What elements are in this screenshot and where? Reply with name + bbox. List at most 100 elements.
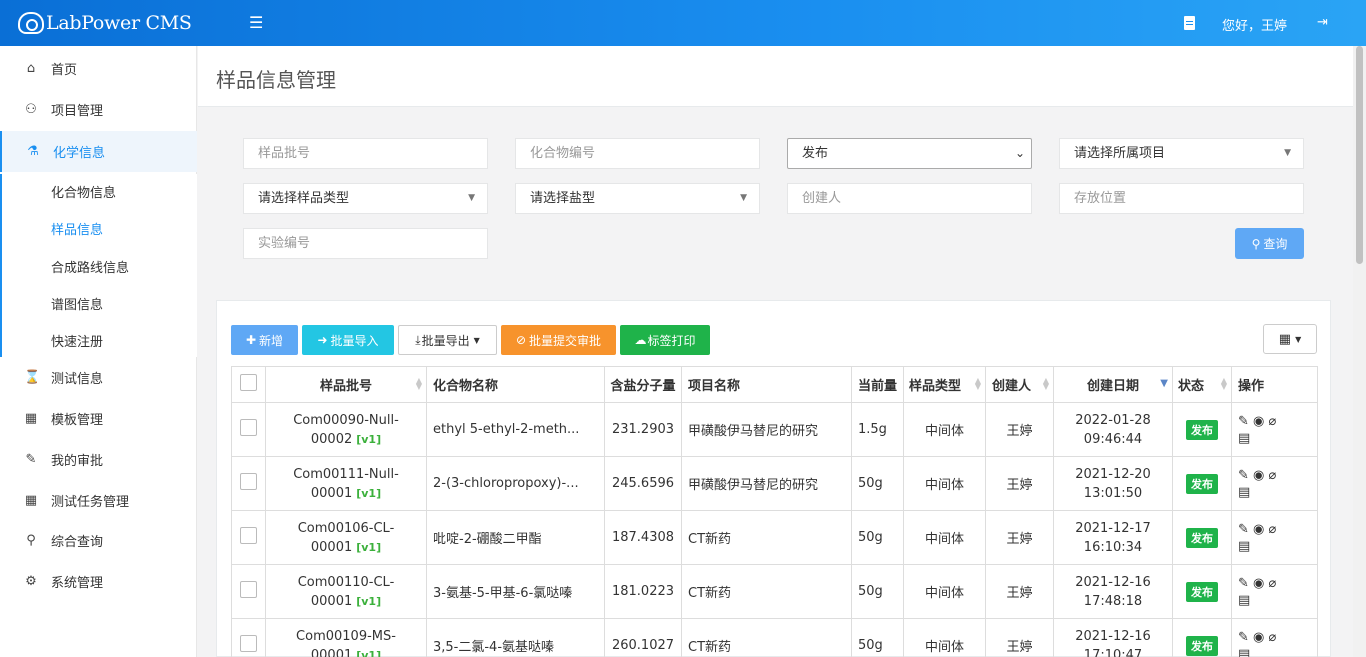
calendar-icon: ▦: [24, 411, 38, 426]
column-label: 化合物名称: [433, 379, 499, 394]
mw-cell: 181.0223: [604, 564, 682, 619]
col-batch[interactable]: 样品批号 ▲ ▼: [265, 366, 427, 403]
logout-icon[interactable]: ⇥: [1317, 15, 1328, 30]
project-select[interactable]: 请选择所属项目 ▼: [1059, 138, 1304, 169]
column-label: 操作: [1238, 379, 1265, 394]
location-input[interactable]: 存放位置: [1059, 183, 1304, 214]
eye-icon[interactable]: ◉: [1253, 468, 1264, 483]
submenu-item-quick-register[interactable]: 快速注册: [51, 331, 103, 350]
submenu-item-compound[interactable]: 化合物信息: [51, 182, 116, 201]
sort-icon: ▲ ▼: [974, 376, 981, 391]
salt-type-select[interactable]: 请选择盐型 ▼: [515, 183, 760, 214]
col-mw: 含盐分子量: [604, 366, 682, 403]
edit-icon[interactable]: ✎: [1238, 414, 1249, 429]
batch-link[interactable]: Com00110-CL- 00001 [v1]: [266, 573, 426, 611]
batch-link[interactable]: Com00109-MS- 00001 [v1]: [266, 627, 426, 657]
row-checkbox[interactable]: [240, 473, 257, 490]
paperclip-icon[interactable]: ⌀: [1269, 468, 1277, 483]
actions-cell: ✎ ◉ ⌀ ▤: [1231, 456, 1318, 511]
creator-cell: 王婷: [985, 618, 1054, 657]
sidebar-item-chemistry[interactable]: ⚗ 化学信息: [0, 131, 197, 172]
file-icon[interactable]: ▤: [1238, 539, 1250, 554]
user-greeting[interactable]: 您好，王婷: [1222, 15, 1287, 34]
batch-submit-button[interactable]: ⊘ 批量提交审批: [501, 325, 616, 355]
table-row: Com00090-Null- 00002 [v1] ethyl 5-ethyl-2-…: [231, 402, 1318, 457]
scrollbar-thumb[interactable]: [1356, 46, 1363, 264]
table-header-row: 样品批号 ▲ ▼ 化合物名称 含盐分子量 项目名称 当前量 样品类型 ▲ ▼ 创建人 ▲ ▼…: [231, 366, 1318, 403]
eye-icon[interactable]: ◉: [1253, 630, 1264, 645]
batch-link[interactable]: Com00111-Null- 00001 [v1]: [266, 465, 426, 503]
file-icon[interactable]: ▤: [1238, 431, 1250, 446]
submenu-item-spectrum[interactable]: 谱图信息: [51, 294, 103, 313]
sidebar-item-label: 首页: [51, 63, 78, 78]
experiment-input[interactable]: 实验编号: [243, 228, 488, 259]
plus-icon: ✚: [245, 333, 257, 347]
batch-link[interactable]: Com00090-Null- 00002 [v1]: [266, 411, 426, 449]
project-cell: 甲磺酸伊马替尼的研究: [681, 456, 852, 511]
date-text: 2021-12-20: [1075, 466, 1151, 482]
col-type[interactable]: 样品类型 ▲ ▼: [903, 366, 986, 403]
table-row: Com00109-MS- 00001 [v1] 3,5-二氯-4-氨基哒嗪 260.…: [231, 618, 1318, 657]
batch-link[interactable]: Com00106-CL- 00001 [v1]: [266, 519, 426, 557]
sample-type-select[interactable]: 请选择样品类型 ▼: [243, 183, 488, 214]
add-button[interactable]: ✚ 新增: [231, 325, 298, 355]
columns-toggle-button[interactable]: ▦ ▼: [1263, 324, 1317, 354]
date-text: 2021-12-16: [1075, 628, 1151, 644]
edit-icon[interactable]: ✎: [1238, 522, 1249, 537]
print-label-button[interactable]: ☁ 标签打印: [620, 325, 710, 355]
vertical-scrollbar[interactable]: [1353, 46, 1366, 657]
search-button[interactable]: ⚲ 查询: [1235, 228, 1304, 259]
export-button[interactable]: ⤓ 批量导出 ▼: [398, 325, 497, 355]
creator-input[interactable]: 创建人: [787, 183, 1032, 214]
file-icon[interactable]: ▤: [1238, 647, 1250, 657]
sidebar-item-label: 系统管理: [51, 576, 104, 591]
eye-icon[interactable]: ◉: [1253, 414, 1264, 429]
row-checkbox[interactable]: [240, 419, 257, 436]
row-checkbox[interactable]: [240, 635, 257, 652]
sidebar-item-approvals[interactable]: ✎ 我的审批: [0, 439, 197, 480]
add-button-label: 新增: [259, 333, 284, 348]
sidebar-item-label: 化学信息: [53, 146, 106, 161]
col-status[interactable]: 状态 ▲ ▼: [1172, 366, 1232, 403]
file-icon[interactable]: ▤: [1238, 485, 1250, 500]
paperclip-icon[interactable]: ⌀: [1269, 522, 1277, 537]
submenu-item-route[interactable]: 合成路线信息: [51, 257, 129, 276]
sample-type-value: 请选择样品类型: [258, 191, 350, 206]
caret-down-icon: ▼: [740, 193, 747, 203]
sidebar-item-system[interactable]: ⚙ 系统管理: [0, 561, 197, 602]
row-checkbox[interactable]: [240, 581, 257, 598]
sidebar-item-test-tasks[interactable]: ▦ 测试任务管理: [0, 480, 197, 521]
paperclip-icon[interactable]: ⌀: [1269, 630, 1277, 645]
sidebar-item-home[interactable]: ⌂ 首页: [0, 48, 197, 89]
time-text: 17:48:18: [1083, 593, 1143, 609]
import-button[interactable]: ➜ 批量导入: [302, 325, 394, 355]
sidebar-item-projects[interactable]: ⚇ 项目管理: [0, 89, 197, 130]
paperclip-icon[interactable]: ⌀: [1269, 576, 1277, 591]
edit-icon[interactable]: ✎: [1238, 576, 1249, 591]
col-date[interactable]: 创建日期 ▼: [1053, 366, 1173, 403]
menu-toggle-icon[interactable]: ☰: [249, 13, 263, 32]
date-text: 2022-01-28: [1075, 412, 1151, 428]
file-icon[interactable]: ▤: [1238, 593, 1250, 608]
col-creator[interactable]: 创建人 ▲ ▼: [985, 366, 1054, 403]
row-checkbox[interactable]: [240, 527, 257, 544]
status-select[interactable]: 发布 ⌄: [787, 138, 1032, 169]
document-icon[interactable]: [1184, 16, 1195, 30]
edit-icon[interactable]: ✎: [1238, 468, 1249, 483]
eye-icon[interactable]: ◉: [1253, 576, 1264, 591]
sidebar-item-query[interactable]: ⚲ 综合查询: [0, 520, 197, 561]
paperclip-icon[interactable]: ⌀: [1269, 414, 1277, 429]
eye-icon[interactable]: ◉: [1253, 522, 1264, 537]
submenu-item-sample[interactable]: 样品信息: [51, 219, 103, 238]
edit-icon[interactable]: ✎: [1238, 630, 1249, 645]
logo[interactable]: LabPower CMS: [18, 9, 192, 37]
batch-cell: Com00090-Null- 00002 [v1]: [265, 402, 427, 457]
compound-input[interactable]: 化合物编号: [515, 138, 760, 169]
version-badge: [v1]: [356, 486, 382, 500]
select-all-checkbox[interactable]: [240, 374, 257, 391]
sidebar-item-label: 模板管理: [51, 413, 104, 428]
sidebar-item-tests[interactable]: ⌛ 测试信息: [0, 357, 197, 398]
column-label: 创建日期: [1086, 379, 1139, 394]
batch-input[interactable]: 样品批号: [243, 138, 488, 169]
sidebar-item-templates[interactable]: ▦ 模板管理: [0, 398, 197, 439]
